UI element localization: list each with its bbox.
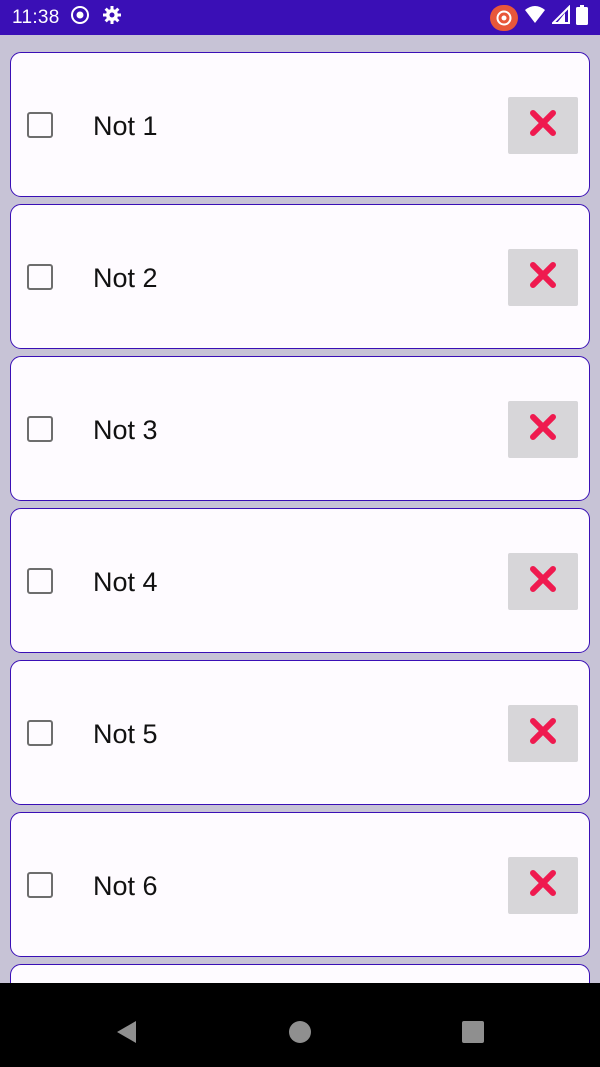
notes-list[interactable]: Not 1 Not 2 Not 3 Not 4 Not 5 Not 6 — [0, 35, 600, 983]
note-checkbox[interactable] — [27, 112, 53, 138]
battery-icon — [576, 5, 588, 30]
delete-note-button[interactable] — [508, 553, 578, 610]
note-label: Not 3 — [93, 415, 158, 445]
close-x-icon — [528, 260, 558, 295]
note-card: Not 5 — [10, 660, 590, 805]
close-x-icon — [528, 108, 558, 143]
app-alert-icon — [490, 4, 518, 31]
delete-note-button[interactable] — [508, 97, 578, 154]
delete-note-button[interactable] — [508, 705, 578, 762]
note-card: Not 6 — [10, 812, 590, 957]
cell-signal-icon — [550, 4, 570, 30]
wifi-icon — [524, 5, 546, 30]
note-label: Not 4 — [93, 567, 158, 597]
note-label: Not 1 — [93, 111, 158, 141]
note-checkbox[interactable] — [27, 264, 53, 290]
note-label: Not 6 — [93, 871, 158, 901]
note-checkbox[interactable] — [27, 872, 53, 898]
note-checkbox[interactable] — [27, 568, 53, 594]
status-time: 11:38 — [12, 6, 60, 28]
status-left-icons — [70, 5, 122, 30]
nav-bar-gap — [0, 983, 600, 997]
recents-square-icon[interactable] — [460, 1019, 486, 1045]
note-card: Not 4 — [10, 508, 590, 653]
close-x-icon — [528, 716, 558, 751]
note-card: Not 2 — [10, 204, 590, 349]
status-right-icons — [490, 4, 588, 31]
delete-note-button[interactable] — [508, 857, 578, 914]
note-label: Not 5 — [93, 719, 158, 749]
delete-note-button[interactable] — [508, 249, 578, 306]
note-checkbox[interactable] — [27, 416, 53, 442]
navigation-bar — [0, 997, 600, 1067]
delete-note-button[interactable] — [508, 401, 578, 458]
note-card — [10, 964, 590, 983]
close-x-icon — [528, 412, 558, 447]
screen-record-icon — [70, 5, 90, 30]
note-card: Not 3 — [10, 356, 590, 501]
home-circle-icon[interactable] — [287, 1019, 313, 1045]
note-label: Not 2 — [93, 263, 158, 293]
status-bar: 11:38 — [0, 0, 600, 35]
note-card: Not 1 — [10, 52, 590, 197]
close-x-icon — [528, 564, 558, 599]
back-triangle-icon[interactable] — [114, 1019, 140, 1045]
close-x-icon — [528, 868, 558, 903]
settings-gear-icon — [102, 5, 122, 30]
note-checkbox[interactable] — [27, 720, 53, 746]
